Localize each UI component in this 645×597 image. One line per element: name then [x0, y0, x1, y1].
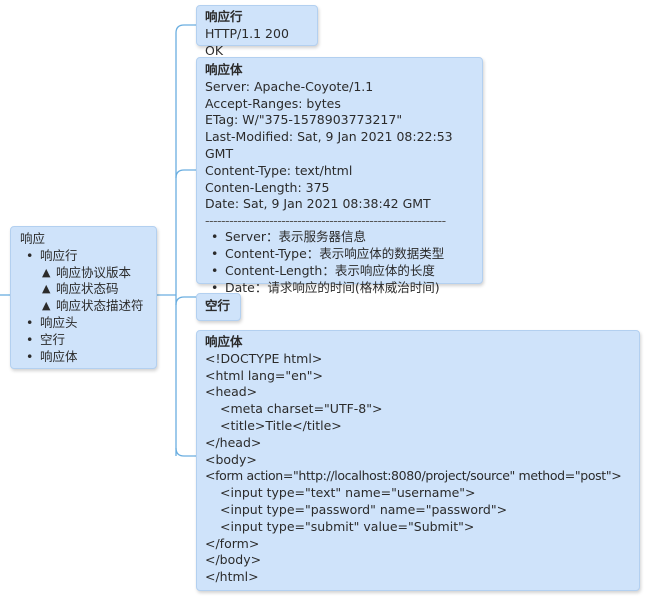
body-code-line: <input type="password" name="password">	[220, 501, 508, 517]
body-code-line: <meta charset="UTF-8">	[220, 401, 383, 417]
body-code-line: </html>	[205, 569, 259, 585]
header-note: Date：请求响应的时间(格林威治时间)	[205, 280, 474, 297]
header-line: ETag: W/"375-1578903773217"	[205, 112, 403, 128]
body-code-line: <body>	[205, 451, 257, 467]
header-note: Server：表示服务器信息	[205, 229, 474, 246]
root-item-status-line: 响应行	[20, 248, 147, 265]
header-line: Last-Modified: Sat, 9 Jan 2021 08:22:53 …	[205, 129, 453, 161]
branch-line-blank	[175, 296, 196, 306]
root-item-blank: 空行	[20, 332, 147, 349]
root-node[interactable]: 响应 响应行 响应协议版本 响应状态码 响应状态描述符 响应头 空行 响应体	[10, 226, 157, 369]
branch-line-body	[175, 447, 196, 457]
root-item-body: 响应体	[20, 349, 147, 366]
root-item-headers: 响应头	[20, 315, 147, 332]
body-code-line: <input type="submit" value="Submit">	[220, 518, 475, 534]
header-line: Content-Type: text/html	[205, 162, 353, 178]
header-notes-list: Server：表示服务器信息 Content-Type：表示响应体的数据类型 C…	[205, 229, 474, 296]
root-list: 响应行 响应协议版本 响应状态码 响应状态描述符 响应头 空行 响应体	[20, 248, 147, 366]
trunk-line	[157, 33, 177, 456]
headers-node[interactable]: 响应体 Server: Apache-Coyote/1.1 Accept-Ran…	[196, 57, 483, 296]
header-note: Content-Length：表示响应体的长度	[205, 263, 474, 280]
status-line-text: HTTP/1.1 200 OK	[205, 25, 289, 58]
body-code-line: </body>	[205, 552, 262, 568]
body-code-line: <form action="http://localhost:8080/proj…	[205, 468, 622, 484]
headers-title: 响应体	[205, 62, 243, 77]
body-node[interactable]: 响应体 <!DOCTYPE html> <html lang="en"> <he…	[196, 330, 640, 591]
branch-line-headers	[175, 169, 196, 179]
header-line: Conten-Length: 375	[205, 179, 330, 195]
body-title: 响应体	[205, 334, 243, 349]
body-code-line: <!DOCTYPE html>	[205, 350, 323, 366]
body-code-line: </head>	[205, 434, 262, 450]
header-note: Content-Type：表示响应体的数据类型	[205, 246, 474, 263]
body-code-line: </form>	[205, 535, 260, 551]
header-line: Server: Apache-Coyote/1.1	[205, 78, 374, 94]
root-subitem-status-code: 响应状态码	[20, 281, 147, 298]
body-code-line: <html lang="en">	[205, 367, 323, 383]
header-line: Accept-Ranges: bytes	[205, 95, 341, 111]
separator-line: ----------------------------------------…	[205, 213, 446, 229]
header-line: Date: Sat, 9 Jan 2021 08:38:42 GMT	[205, 196, 431, 212]
branch-line-status	[175, 24, 196, 34]
body-code-line: <head>	[205, 384, 258, 400]
root-subitem-protocol: 响应协议版本	[20, 265, 147, 282]
blank-line-title: 空行	[205, 298, 231, 313]
status-line-title: 响应行	[205, 9, 243, 24]
root-subitem-status-desc: 响应状态描述符	[20, 298, 147, 315]
body-code-line: <input type="text" name="username">	[220, 485, 476, 501]
root-title: 响应	[20, 231, 46, 246]
body-code-line: <title>Title</title>	[220, 417, 342, 433]
status-line-node[interactable]: 响应行 HTTP/1.1 200 OK	[196, 5, 318, 58]
blank-line-node[interactable]: 空行	[196, 293, 241, 321]
